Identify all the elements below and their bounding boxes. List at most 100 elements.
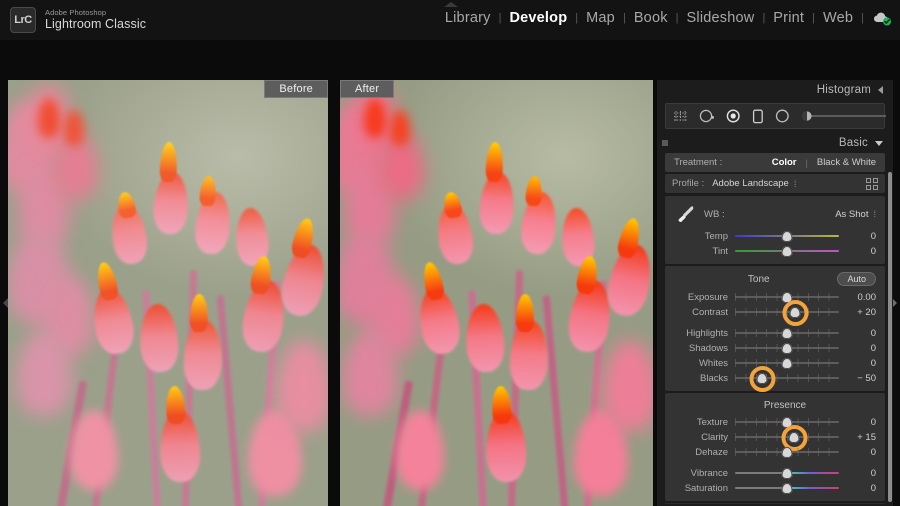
cloud-synced-icon[interactable] <box>873 11 892 26</box>
slider-value-texture[interactable]: 0 <box>846 417 876 428</box>
slider-knob[interactable] <box>781 468 793 479</box>
chevron-left-icon[interactable] <box>878 86 883 94</box>
slider-label-dehaze: Dehaze <box>695 446 728 458</box>
wb-label: WB : <box>704 208 725 220</box>
brand-text: Adobe Photoshop Lightroom Classic <box>45 7 146 32</box>
lightroom-logo-icon: LrC <box>10 7 36 33</box>
after-photo <box>340 80 653 506</box>
slider-knob[interactable] <box>781 358 793 369</box>
slider-blacks[interactable] <box>735 371 839 385</box>
lightroom-window: LrC Adobe Photoshop Lightroom Classic Li… <box>0 0 900 506</box>
slider-value-blacks[interactable]: − 50 <box>846 373 876 384</box>
slider-value-exposure[interactable]: 0.00 <box>846 292 877 303</box>
slider-label-vibrance: Vibrance <box>690 467 728 479</box>
module-web[interactable]: Web <box>815 10 861 26</box>
slider-knob[interactable] <box>781 246 793 257</box>
slider-knob[interactable] <box>789 307 801 318</box>
module-separator: | <box>861 12 864 24</box>
treatment-color-option[interactable]: Color <box>772 157 797 168</box>
before-photo-pane[interactable]: Before <box>8 80 328 506</box>
slider-value-contrast[interactable]: + 20 <box>846 307 876 318</box>
treatment-row: Treatment : Color | Black & White <box>665 153 885 172</box>
wb-value[interactable]: As Shot <box>835 209 868 220</box>
slider-knob[interactable] <box>781 447 793 458</box>
basic-panel-header[interactable]: Basic <box>657 133 893 153</box>
slider-label-texture: Texture <box>696 416 728 428</box>
module-slideshow[interactable]: Slideshow <box>679 10 763 26</box>
slider-row-texture: Texture 0 <box>665 415 885 429</box>
module-print[interactable]: Print <box>765 10 812 26</box>
slider-row-shadows: Shadows 0 <box>665 341 885 355</box>
slider-row-highlights: Highlights 0 <box>665 326 885 340</box>
radial-circle-icon[interactable] <box>775 109 790 123</box>
slider-label-clarity: Clarity <box>701 431 728 443</box>
profile-label: Profile : <box>672 178 705 189</box>
tone-title: Tone <box>747 273 770 285</box>
treatment-black-white-option[interactable]: Black & White <box>817 157 876 168</box>
slider-value-tint[interactable]: 0 <box>846 246 876 257</box>
top-bar: LrC Adobe Photoshop Lightroom Classic Li… <box>0 0 900 40</box>
histogram-panel-header[interactable]: Histogram <box>657 80 893 100</box>
slider-vibrance[interactable] <box>735 466 839 480</box>
develop-tools-strip <box>665 103 887 129</box>
slider-highlights[interactable] <box>735 326 839 340</box>
after-photo-pane[interactable]: After <box>340 80 653 506</box>
slider-temp[interactable] <box>735 229 839 243</box>
slider-value-whites[interactable]: 0 <box>846 358 876 369</box>
chevron-down-icon[interactable] <box>875 140 883 146</box>
target-adjustment-icon[interactable] <box>673 110 688 123</box>
slider-label-highlights: Highlights <box>686 327 728 339</box>
slider-label-whites: Whites <box>698 357 728 369</box>
slider-value-clarity[interactable]: + 15 <box>846 432 876 443</box>
brand-subtitle: Adobe Photoshop <box>45 7 107 17</box>
auto-tone-button[interactable]: Auto <box>837 272 876 286</box>
slider-value-vibrance[interactable]: 0 <box>846 468 876 479</box>
profile-dropdown-dots-icon[interactable]: ⁞ <box>794 179 797 189</box>
slider-saturation[interactable] <box>735 481 839 495</box>
slider-knob[interactable] <box>781 231 793 242</box>
slider-value-shadows[interactable]: 0 <box>846 343 876 354</box>
slider-whites[interactable] <box>735 356 839 370</box>
crop-overlay-icon[interactable] <box>699 109 715 123</box>
amount-slider-icon[interactable] <box>801 110 887 122</box>
module-map[interactable]: Map <box>578 10 623 26</box>
spot-removal-icon[interactable] <box>726 109 741 123</box>
slider-shadows[interactable] <box>735 341 839 355</box>
slider-tint[interactable] <box>735 244 839 258</box>
slider-dehaze[interactable] <box>735 445 839 459</box>
module-book[interactable]: Book <box>626 10 676 26</box>
slider-knob[interactable] <box>756 373 768 384</box>
treatment-separator: | <box>805 157 808 168</box>
profile-value[interactable]: Adobe Landscape <box>712 178 789 189</box>
histogram-title: Histogram <box>816 84 871 96</box>
slider-knob[interactable] <box>788 432 800 443</box>
profile-browser-icon[interactable] <box>866 177 878 190</box>
wb-dropdown-dots-icon[interactable]: ⁞ <box>873 209 876 219</box>
slider-contrast[interactable] <box>735 305 839 319</box>
slider-label-temp: Temp <box>704 230 728 242</box>
top-panel-toggle-arrow-icon[interactable] <box>444 2 458 7</box>
right-panel-scrollbar[interactable] <box>888 172 892 502</box>
slider-knob[interactable] <box>781 483 793 494</box>
module-develop[interactable]: Develop <box>501 10 575 26</box>
slider-row-exposure: Exposure 0.00 <box>665 290 885 304</box>
slider-row-contrast: Contrast + 20 <box>665 305 885 319</box>
slider-clarity[interactable] <box>735 430 839 444</box>
app-branding: LrC Adobe Photoshop Lightroom Classic <box>10 7 146 33</box>
slider-label-contrast: Contrast <box>692 306 728 318</box>
slider-value-temp[interactable]: 0 <box>846 231 876 242</box>
basic-panel-indicator[interactable] <box>662 140 668 146</box>
slider-row-vibrance: Vibrance 0 <box>665 466 885 480</box>
slider-knob[interactable] <box>781 343 793 354</box>
presence-section: Presence Texture 0 Clarity + 15 Dehaze 0… <box>665 393 885 501</box>
slider-value-saturation[interactable]: 0 <box>846 483 876 494</box>
module-library[interactable]: Library <box>437 10 499 26</box>
masking-rect-icon[interactable] <box>752 109 764 124</box>
slider-label-exposure: Exposure <box>687 291 728 303</box>
white-balance-eyedropper-icon[interactable] <box>674 203 700 225</box>
slider-value-highlights[interactable]: 0 <box>846 328 876 339</box>
slider-knob[interactable] <box>781 328 793 339</box>
treatment-label: Treatment : <box>674 157 723 168</box>
slider-value-dehaze[interactable]: 0 <box>846 447 876 458</box>
slider-row-temp: Temp 0 <box>665 229 885 243</box>
